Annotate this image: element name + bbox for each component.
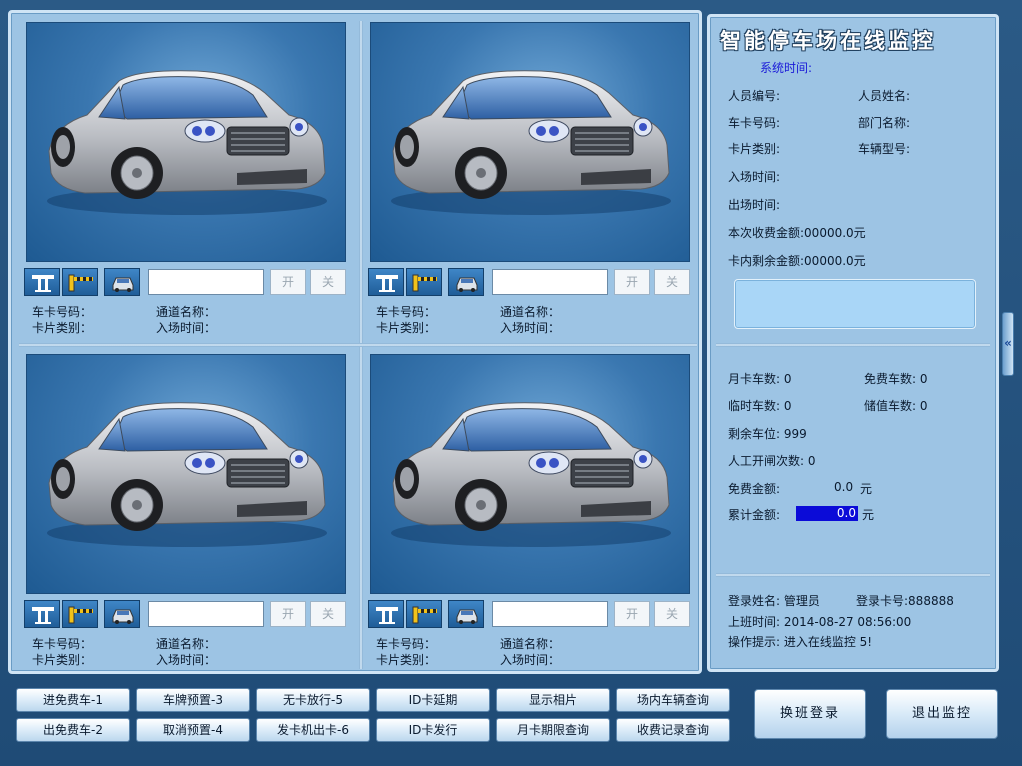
entry-time-label: 入场时间： [500, 653, 561, 667]
card-balance: 卡内剩余金额:00000.0元 [728, 254, 866, 268]
id-card-issue-button[interactable]: ID卡发行 [376, 718, 490, 742]
cancel-preset-button[interactable]: 取消预置-4 [136, 718, 250, 742]
camera-controls: 开 关 [368, 600, 692, 628]
barrier-icon[interactable] [406, 268, 442, 296]
no-card-release-button[interactable]: 无卡放行-5 [256, 688, 370, 712]
plate-display-box [734, 279, 976, 329]
charge-record-query-button[interactable]: 收费记录查询 [616, 718, 730, 742]
entry-time-label: 入场时间： [156, 321, 217, 335]
card-no-label: 车卡号码： [32, 305, 93, 319]
exit-monitor-button[interactable]: 退出监控 [886, 689, 998, 739]
car-icon[interactable] [104, 268, 140, 296]
exit-free-car-button[interactable]: 出免费车-2 [16, 718, 130, 742]
car-icon[interactable] [448, 600, 484, 628]
barrier-icon[interactable] [406, 600, 442, 628]
collapse-handle[interactable]: « [1002, 312, 1014, 376]
total-amount-value: 0.0 [796, 506, 858, 521]
stored-count: 储值车数: 0 [864, 399, 928, 413]
channel-name-label: 通道名称： [500, 637, 561, 651]
camera-snapshot[interactable] [370, 354, 690, 594]
login-card: 登录卡号:888888 [856, 594, 954, 608]
vehicles-in-lot-query-button[interactable]: 场内车辆查询 [616, 688, 730, 712]
total-amount-unit: 元 [862, 508, 875, 522]
channel-name-label: 通道名称： [156, 637, 217, 651]
close-gate-button[interactable]: 关 [310, 269, 346, 295]
gate-icon[interactable] [24, 268, 60, 296]
gate-icon[interactable] [368, 600, 404, 628]
system-time: 系统时间: [760, 61, 813, 75]
right-divider-2 [716, 573, 990, 577]
card-no-label: 车卡号码: [728, 116, 781, 130]
card-no-label: 车卡号码： [376, 637, 437, 651]
channel-name-label: 通道名称： [156, 305, 217, 319]
entry-time-label: 入场时间： [156, 653, 217, 667]
entry-time-label: 入场时间: [728, 170, 781, 184]
close-gate-button[interactable]: 关 [310, 601, 346, 627]
plate-input[interactable] [148, 601, 264, 627]
person-name-label: 人员姓名: [858, 89, 911, 103]
card-type-label: 卡片类别： [376, 321, 437, 335]
open-gate-button[interactable]: 开 [614, 269, 650, 295]
shift-time: 上班时间: 2014-08-27 08:56:00 [728, 615, 912, 629]
exit-time-label: 出场时间: [728, 198, 781, 212]
barrier-icon[interactable] [62, 600, 98, 628]
close-gate-button[interactable]: 关 [654, 601, 690, 627]
camera-controls: 开 关 [368, 268, 692, 296]
open-gate-button[interactable]: 开 [270, 269, 306, 295]
gate-icon[interactable] [24, 600, 60, 628]
free-amount-unit: 元 [860, 482, 873, 496]
channel-name-label: 通道名称： [500, 305, 561, 319]
temp-count: 临时车数: 0 [728, 399, 792, 413]
monitor-title: 智能停车场在线监控 [720, 28, 936, 53]
card-dispenser-button[interactable]: 发卡机出卡-6 [256, 718, 370, 742]
free-amount-label: 免费金额: [728, 482, 781, 496]
charge-amount: 本次收费金额:00000.0元 [728, 226, 866, 240]
show-photo-button[interactable]: 显示相片 [496, 688, 610, 712]
plate-input[interactable] [492, 601, 608, 627]
change-shift-button[interactable]: 换班登录 [754, 689, 866, 739]
car-icon[interactable] [104, 600, 140, 628]
right-divider-1 [716, 343, 990, 347]
barrier-icon[interactable] [62, 268, 98, 296]
close-gate-button[interactable]: 关 [654, 269, 690, 295]
person-id-label: 人员编号: [728, 89, 781, 103]
id-card-extend-button[interactable]: ID卡延期 [376, 688, 490, 712]
manual-open-count: 人工开闸次数: 0 [728, 454, 816, 468]
vehicle-model-label: 车辆型号: [858, 142, 911, 156]
plate-preset-button[interactable]: 车牌预置-3 [136, 688, 250, 712]
remaining-spaces: 剩余车位: 999 [728, 427, 807, 441]
free-amount-value: 0.0 [834, 480, 854, 494]
monthly-count: 月卡车数: 0 [728, 372, 792, 386]
free-count: 免费车数: 0 [864, 372, 928, 386]
card-no-label: 车卡号码： [32, 637, 93, 651]
card-no-label: 车卡号码： [376, 305, 437, 319]
camera-controls: 开 关 [24, 600, 348, 628]
card-type-label: 卡片类别： [32, 321, 93, 335]
open-gate-button[interactable]: 开 [270, 601, 306, 627]
gate-icon[interactable] [368, 268, 404, 296]
plate-input[interactable] [148, 269, 264, 295]
camera-snapshot[interactable] [370, 22, 690, 262]
monthly-card-expiry-query-button[interactable]: 月卡期限查询 [496, 718, 610, 742]
open-gate-button[interactable]: 开 [614, 601, 650, 627]
entry-time-label: 入场时间： [500, 321, 561, 335]
car-icon[interactable] [448, 268, 484, 296]
camera-snapshot[interactable] [26, 22, 346, 262]
operation-hint: 操作提示: 进入在线监控 5! [728, 635, 873, 649]
camera-controls: 开 关 [24, 268, 348, 296]
login-name: 登录姓名: 管理员 [728, 594, 820, 608]
plate-input[interactable] [492, 269, 608, 295]
card-type-label: 卡片类别： [32, 653, 93, 667]
camera-snapshot[interactable] [26, 354, 346, 594]
card-type-label: 卡片类别: [728, 142, 781, 156]
total-amount-label: 累计金额: [728, 508, 781, 522]
card-type-label: 卡片类别： [376, 653, 437, 667]
dept-label: 部门名称: [858, 116, 911, 130]
monitor-panel: 智能停车场在线监控 系统时间: 人员编号: 人员姓名: 车卡号码: 部门名称: … [707, 14, 999, 672]
horizontal-divider [19, 343, 697, 347]
enter-free-car-button[interactable]: 进免费车-1 [16, 688, 130, 712]
